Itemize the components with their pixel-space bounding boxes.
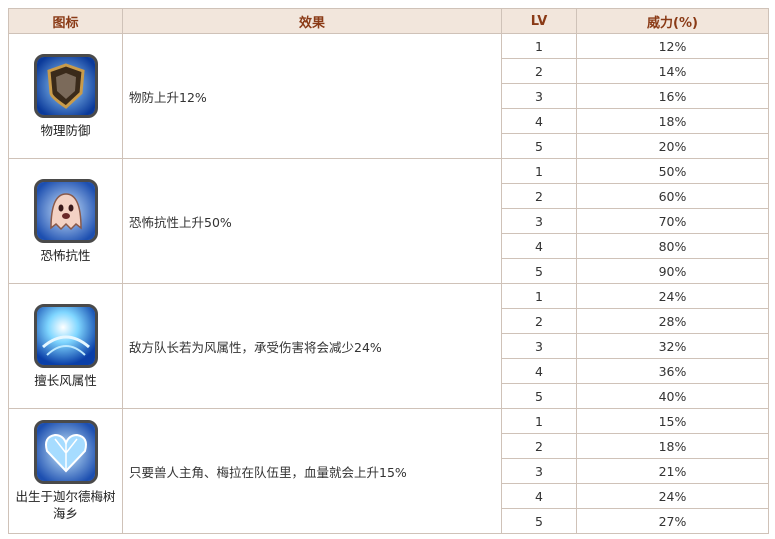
level-cell: 5 — [501, 133, 577, 159]
power-cell: 24% — [576, 483, 769, 509]
power-cell: 27% — [576, 508, 769, 534]
power-cell: 18% — [576, 433, 769, 459]
level-cell: 2 — [501, 58, 577, 84]
power-cell: 18% — [576, 108, 769, 134]
power-cell: 50% — [576, 158, 769, 184]
skill-icon-group: 擅长风属性 — [9, 303, 122, 389]
wind-orb-icon — [33, 303, 98, 368]
power-cell: 12% — [576, 33, 769, 59]
level-cell: 4 — [501, 108, 577, 134]
level-cell: 3 — [501, 208, 577, 234]
table-row: 擅长风属性 敌方队长若为风属性，承受伤害将会减少24% 1 24% — [8, 283, 769, 409]
shield-icon — [33, 53, 98, 118]
power-cell: 70% — [576, 208, 769, 234]
table-row: 恐怖抗性 恐怖抗性上升50% 1 50% — [8, 158, 769, 284]
crystal-heart-icon — [33, 420, 98, 484]
header-power: 威力(%) — [576, 8, 769, 34]
header-row: 图标 效果 LV 威力(%) — [8, 8, 769, 34]
effect-text: 只要兽人主角、梅拉在队伍里，血量就会上升15% — [122, 408, 502, 534]
power-cell: 28% — [576, 308, 769, 334]
level-cell: 1 — [501, 283, 577, 309]
icon-cell: 恐怖抗性 — [8, 158, 123, 284]
effect-text: 敌方队长若为风属性，承受伤害将会减少24% — [122, 283, 502, 409]
power-cell: 14% — [576, 58, 769, 84]
level-cell: 1 — [501, 33, 577, 59]
level-cell: 3 — [501, 458, 577, 484]
level-cell: 1 — [501, 158, 577, 184]
effect-text: 恐怖抗性上升50% — [122, 158, 502, 284]
power-cell: 80% — [576, 233, 769, 259]
level-cell: 4 — [501, 483, 577, 509]
header-icon: 图标 — [8, 8, 123, 34]
level-cell: 2 — [501, 433, 577, 459]
level-cell: 5 — [501, 258, 577, 284]
icon-cell: 出生于迦尔德梅树海乡 — [8, 408, 123, 534]
power-cell: 90% — [576, 258, 769, 284]
skill-icon-group: 物理防御 — [9, 53, 122, 139]
level-cell: 2 — [501, 308, 577, 334]
icon-cell: 物理防御 — [8, 33, 123, 159]
skill-name: 物理防御 — [40, 122, 91, 138]
power-cell: 36% — [576, 358, 769, 384]
level-cell: 3 — [501, 333, 577, 359]
skill-table: 图标 效果 LV 威力(%) 物理防御 物防上升12% 1 12% 2 14% 3 16% 4 1… — [8, 8, 769, 534]
power-cell: 32% — [576, 333, 769, 359]
header-lv: LV — [501, 8, 577, 34]
level-cell: 5 — [501, 383, 577, 409]
power-cell: 16% — [576, 83, 769, 109]
power-cell: 60% — [576, 183, 769, 209]
header-effect: 效果 — [122, 8, 502, 34]
effect-text: 物防上升12% — [122, 33, 502, 159]
level-cell: 4 — [501, 358, 577, 384]
skill-name: 擅长风属性 — [34, 372, 97, 388]
power-cell: 20% — [576, 133, 769, 159]
skill-name: 出生于迦尔德梅树海乡 — [15, 489, 116, 521]
skill-name: 恐怖抗性 — [40, 247, 91, 263]
table-row: 物理防御 物防上升12% 1 12% — [8, 33, 769, 159]
power-cell: 40% — [576, 383, 769, 409]
table-row: 出生于迦尔德梅树海乡 只要兽人主角、梅拉在队伍里，血量就会上升15% 1 15% — [8, 408, 769, 534]
level-cell: 5 — [501, 508, 577, 534]
skill-icon-group: 恐怖抗性 — [9, 178, 122, 264]
power-cell: 24% — [576, 283, 769, 309]
power-cell: 15% — [576, 408, 769, 434]
ghost-icon — [33, 178, 98, 243]
power-cell: 21% — [576, 458, 769, 484]
level-cell: 2 — [501, 183, 577, 209]
icon-cell: 擅长风属性 — [8, 283, 123, 409]
skill-icon-group: 出生于迦尔德梅树海乡 — [9, 420, 122, 522]
level-cell: 1 — [501, 408, 577, 434]
level-cell: 3 — [501, 83, 577, 109]
level-cell: 4 — [501, 233, 577, 259]
